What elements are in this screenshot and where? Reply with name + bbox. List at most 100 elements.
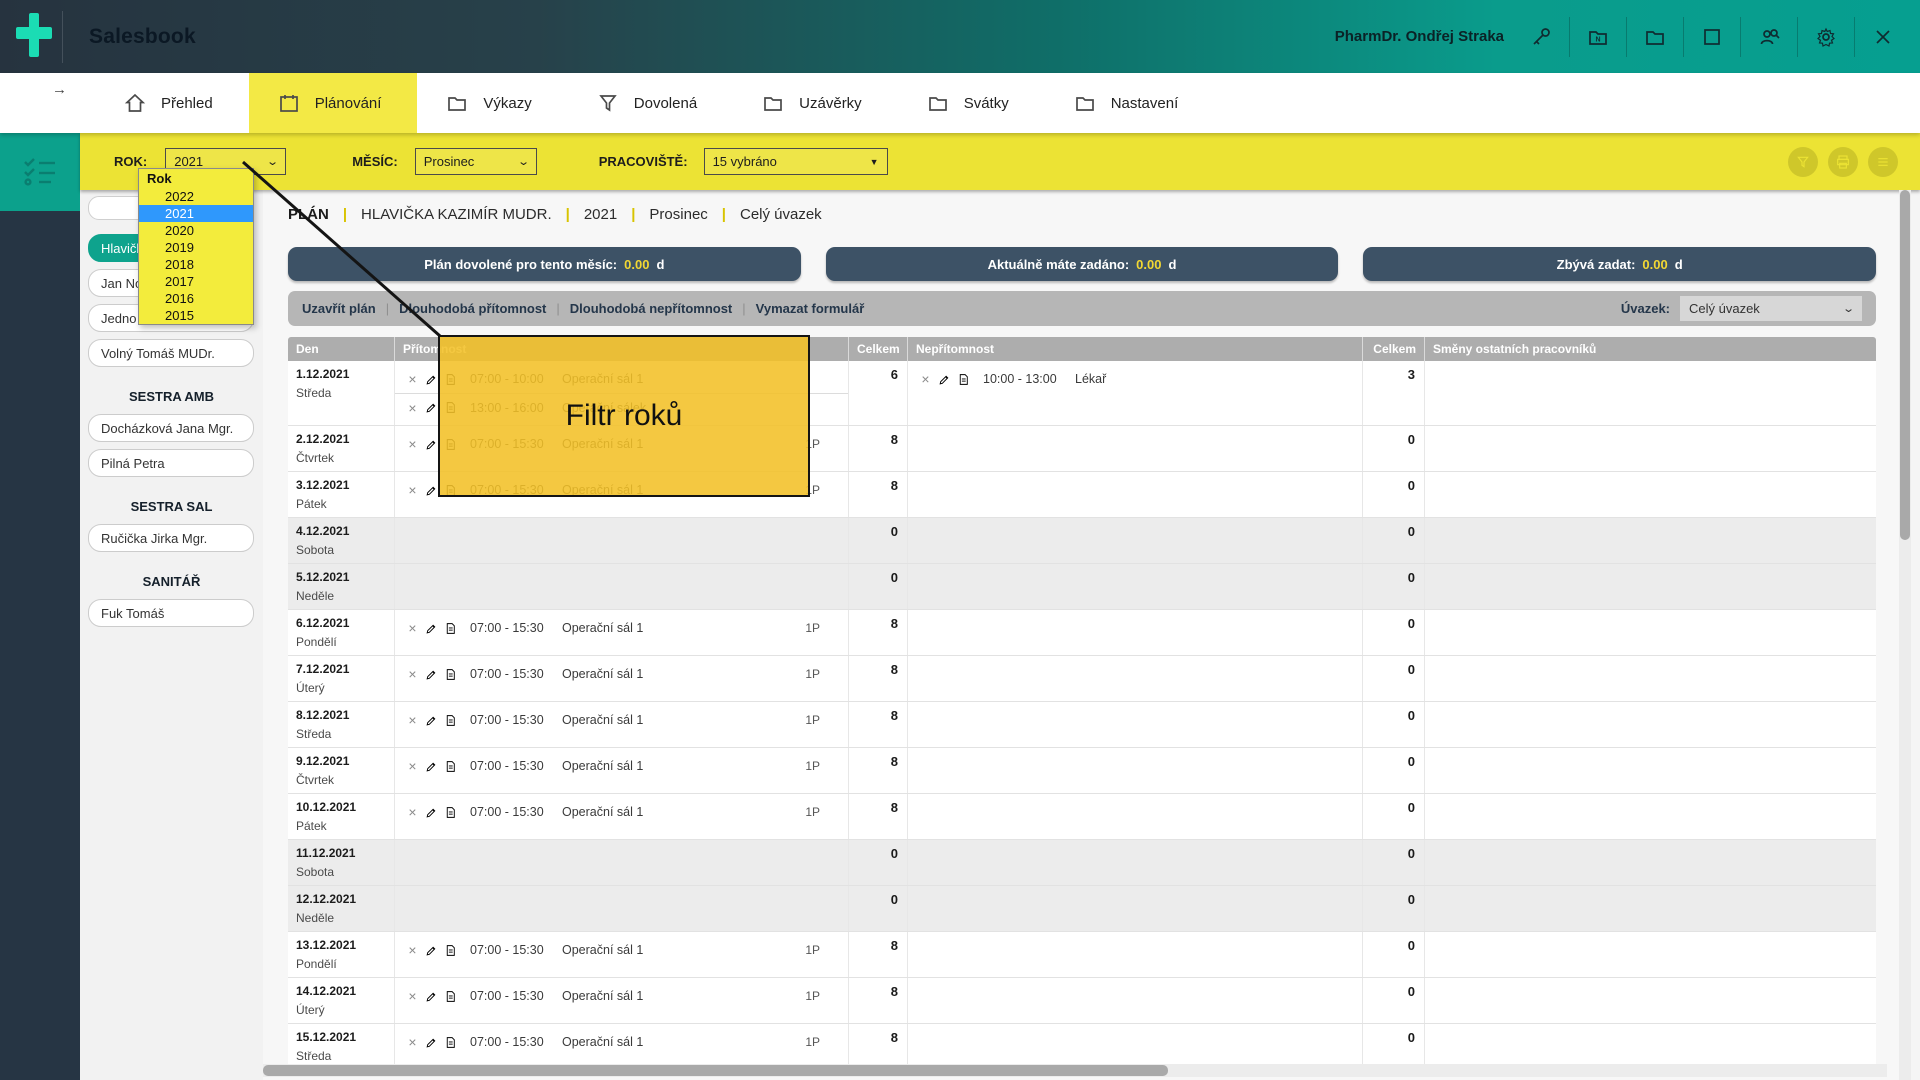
presence-total-cell: 8 — [849, 1024, 908, 1069]
breadcrumb-item: HLAVIČKA KAZIMÍR MUDR. — [361, 206, 552, 223]
absence-total-cell: 0 — [1363, 564, 1425, 609]
remove-entry-icon[interactable]: × — [405, 400, 420, 415]
gear-button[interactable] — [1811, 22, 1841, 52]
menu-button[interactable] — [1868, 147, 1898, 177]
year-option[interactable]: 2019 — [139, 239, 253, 256]
year-option[interactable]: 2015 — [139, 307, 253, 324]
note-icon[interactable] — [443, 806, 458, 819]
nav-tab-label: Výkazy — [483, 95, 531, 112]
toolbar-action[interactable]: Vymazat formulář — [756, 301, 865, 316]
remove-entry-icon[interactable]: × — [405, 989, 420, 1004]
note-icon[interactable] — [956, 373, 971, 386]
remove-entry-icon[interactable]: × — [405, 943, 420, 958]
tab-uzaverky[interactable]: Uzávěrky — [733, 73, 898, 133]
edit-icon[interactable] — [424, 373, 439, 386]
checklist-menu-button[interactable] — [0, 133, 80, 211]
edit-icon[interactable] — [424, 944, 439, 957]
square-button[interactable] — [1697, 22, 1727, 52]
close-button[interactable] — [1868, 22, 1898, 52]
remove-entry-icon[interactable]: × — [405, 437, 420, 452]
edit-icon[interactable] — [424, 760, 439, 773]
entry-place: Operační sál 1 — [562, 621, 643, 635]
tab-dovolena[interactable]: Dovolená — [568, 73, 733, 133]
entry-place: Operační sál 1 — [562, 943, 643, 957]
absence-total-cell: 0 — [1363, 656, 1425, 701]
absence-cell — [908, 564, 1363, 609]
year-option[interactable]: 2016 — [139, 290, 253, 307]
print-button[interactable] — [1828, 147, 1858, 177]
day-cell: 4.12.2021Sobota — [288, 518, 395, 563]
remove-entry-icon[interactable]: × — [405, 805, 420, 820]
year-option[interactable]: 2020 — [139, 222, 253, 239]
tab-svatky[interactable]: Svátky — [898, 73, 1045, 133]
edit-icon[interactable] — [424, 401, 439, 414]
remove-entry-icon[interactable]: × — [405, 759, 420, 774]
tab-nastaveni[interactable]: Nastavení — [1045, 73, 1215, 133]
note-icon[interactable] — [443, 944, 458, 957]
key-button[interactable] — [1526, 22, 1556, 52]
day-name: Středa — [296, 727, 386, 741]
edit-icon[interactable] — [424, 438, 439, 451]
remove-entry-icon[interactable]: × — [405, 667, 420, 682]
tab-prehled[interactable]: Přehled — [95, 73, 249, 133]
year-option[interactable]: 2022 — [139, 188, 253, 205]
edit-icon[interactable] — [424, 484, 439, 497]
uvazek-select[interactable]: Celý úvazek⌄ — [1680, 296, 1862, 321]
presence-total-cell: 0 — [849, 564, 908, 609]
topbar-right: PharmDr. Ondřej Straka N — [1335, 0, 1920, 73]
app-logo[interactable] — [0, 0, 62, 73]
employee-item[interactable]: Pilná Petra — [88, 449, 254, 477]
filter-button[interactable] — [1788, 147, 1818, 177]
workplace-select[interactable]: 15 vybráno ▼ — [704, 148, 888, 175]
day-cell: 14.12.2021Úterý — [288, 978, 395, 1023]
day-cell: 11.12.2021Sobota — [288, 840, 395, 885]
note-icon[interactable] — [443, 668, 458, 681]
user-search-button[interactable] — [1754, 22, 1784, 52]
year-option[interactable]: 2018 — [139, 256, 253, 273]
note-icon[interactable] — [443, 990, 458, 1003]
employee-item[interactable]: Volný Tomáš MUDr. — [88, 339, 254, 367]
tab-planovani[interactable]: Plánování — [249, 73, 418, 133]
note-icon[interactable] — [443, 714, 458, 727]
nav-tab-label: Dovolená — [634, 95, 697, 112]
entry-tag: 1P — [805, 989, 820, 1003]
edit-icon[interactable] — [424, 1036, 439, 1049]
remove-entry-icon[interactable]: × — [405, 621, 420, 636]
menu-icon — [1875, 154, 1891, 170]
toolbar-separator: | — [742, 301, 745, 316]
note-icon[interactable] — [443, 760, 458, 773]
folder-n-button[interactable]: N — [1583, 22, 1613, 52]
edit-icon[interactable] — [424, 990, 439, 1003]
vertical-scrollbar[interactable] — [1899, 190, 1911, 1080]
remove-entry-icon[interactable]: × — [918, 372, 933, 387]
year-option[interactable]: 2017 — [139, 273, 253, 290]
toolbar-action[interactable]: Uzavřít plán — [302, 301, 376, 316]
edit-icon[interactable] — [424, 806, 439, 819]
edit-icon[interactable] — [937, 373, 952, 386]
month-select[interactable]: Prosinec ⌄ — [415, 148, 537, 175]
tab-vykazy[interactable]: Výkazy — [417, 73, 567, 133]
employee-item[interactable]: Docházková Jana Mgr. — [88, 414, 254, 442]
horizontal-scrollbar[interactable] — [263, 1064, 1887, 1077]
absence-cell — [908, 794, 1363, 839]
edit-icon[interactable] — [424, 622, 439, 635]
horizontal-scrollbar-thumb[interactable] — [263, 1065, 1168, 1076]
remove-entry-icon[interactable]: × — [405, 483, 420, 498]
note-icon[interactable] — [443, 1036, 458, 1049]
toolbar-action[interactable]: Dlouhodobá nepřítomnost — [570, 301, 732, 316]
vertical-scrollbar-thumb[interactable] — [1900, 190, 1910, 540]
arrow-right-icon[interactable]: → — [52, 81, 67, 98]
edit-icon[interactable] — [424, 714, 439, 727]
toolbar-separator: | — [556, 301, 559, 316]
employee-item[interactable]: Ručička Jirka Mgr. — [88, 524, 254, 552]
folder-button[interactable] — [1640, 22, 1670, 52]
remove-entry-icon[interactable]: × — [405, 1035, 420, 1050]
note-icon[interactable] — [443, 622, 458, 635]
remove-entry-icon[interactable]: × — [405, 713, 420, 728]
toolbar-action[interactable]: Dlouhodobá přítomnost — [399, 301, 546, 316]
edit-icon[interactable] — [424, 668, 439, 681]
remove-entry-icon[interactable]: × — [405, 372, 420, 387]
employee-item[interactable]: Fuk Tomáš — [88, 599, 254, 627]
year-option[interactable]: 2021 — [139, 205, 253, 222]
absence-total-cell: 0 — [1363, 426, 1425, 471]
